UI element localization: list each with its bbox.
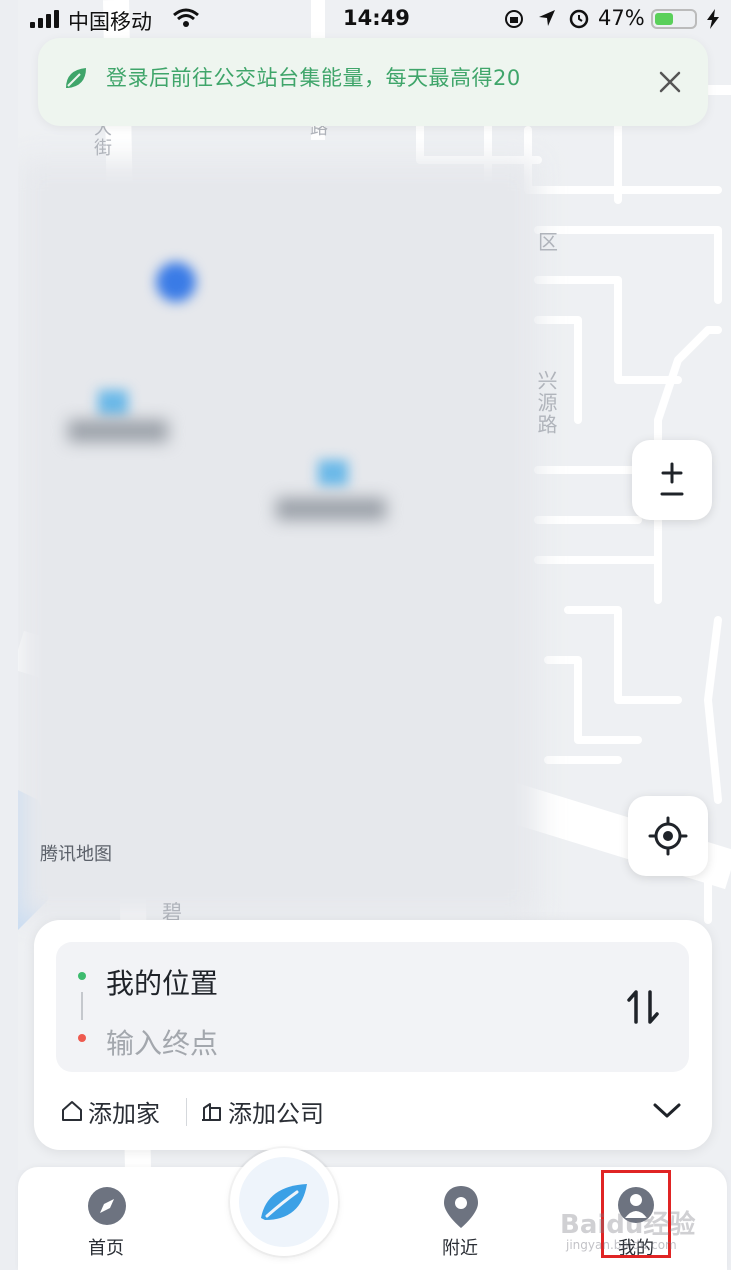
- poi-label: [68, 420, 168, 442]
- battery-icon: [651, 9, 697, 29]
- tab-energy-button[interactable]: [230, 1148, 338, 1256]
- plus-minus-icon: [660, 462, 684, 496]
- battery-percent: 47%: [598, 6, 645, 30]
- baidu-watermark-url: jingyan.baidu.com: [566, 1238, 677, 1252]
- origin-dot: [78, 972, 86, 980]
- location-arrow-icon: [539, 10, 555, 26]
- add-company-button[interactable]: 添加公司: [200, 1096, 324, 1128]
- poi-label: [276, 498, 386, 520]
- crosshair-icon: [648, 816, 688, 856]
- blurred-area: [18, 160, 538, 920]
- charging-icon: [707, 9, 719, 29]
- locate-button[interactable]: [628, 796, 708, 876]
- battery-level: [655, 13, 673, 25]
- destination-input[interactable]: 输入终点: [106, 1022, 218, 1062]
- baidu-watermark: Baidu经验: [560, 1210, 696, 1240]
- banner-text: 登录后前往公交站台集能量，每天最高得20: [106, 66, 521, 90]
- tab-energy-inner: [239, 1157, 329, 1247]
- divider: [186, 1098, 187, 1126]
- home-icon: [62, 1101, 82, 1121]
- status-bar: 中国移动 14:49 47%: [0, 0, 731, 38]
- poi-marker: [98, 390, 128, 416]
- building-icon: [202, 1103, 221, 1121]
- chevron-down-icon[interactable]: [652, 1102, 682, 1120]
- street-label-xingyuan: 兴源路: [534, 370, 558, 436]
- add-home-button[interactable]: 添加家: [60, 1096, 160, 1128]
- origin-field[interactable]: 我的位置: [106, 962, 218, 1002]
- route-connector: [81, 992, 83, 1020]
- destination-dot: [78, 1034, 86, 1042]
- map-watermark: 腾讯地图: [40, 844, 112, 865]
- location-marker: [156, 262, 196, 302]
- compass-icon: [88, 1187, 126, 1225]
- poi-marker: [318, 460, 348, 486]
- close-icon[interactable]: [658, 70, 682, 94]
- tab-nearby[interactable]: 附近: [426, 1182, 496, 1262]
- route-card: 我的位置 输入终点 添加家 添加公司: [34, 920, 712, 1150]
- carrier-name: 中国移动: [68, 10, 152, 34]
- zoom-button[interactable]: [632, 440, 712, 520]
- tab-nearby-label: 附近: [442, 1238, 478, 1259]
- location-pin-icon: [444, 1186, 478, 1228]
- alarm-icon: [569, 9, 589, 29]
- swap-arrows-icon[interactable]: [626, 988, 660, 1026]
- leaf-icon: [261, 1184, 307, 1220]
- energy-banner[interactable]: 登录后前往公交站台集能量，每天最高得20: [38, 38, 708, 126]
- tab-home-label: 首页: [88, 1238, 124, 1259]
- add-home-label: 添加家: [88, 1099, 160, 1128]
- tab-home[interactable]: 首页: [72, 1182, 142, 1262]
- add-company-label: 添加公司: [228, 1099, 324, 1128]
- district-label: 区: [538, 230, 558, 254]
- clock: 14:49: [343, 6, 410, 30]
- rotation-lock-icon: [505, 10, 523, 28]
- wifi-icon: [173, 8, 199, 27]
- leaf-icon: [66, 68, 86, 88]
- signal-icon: [30, 10, 59, 28]
- route-input-box: 我的位置 输入终点: [56, 942, 689, 1072]
